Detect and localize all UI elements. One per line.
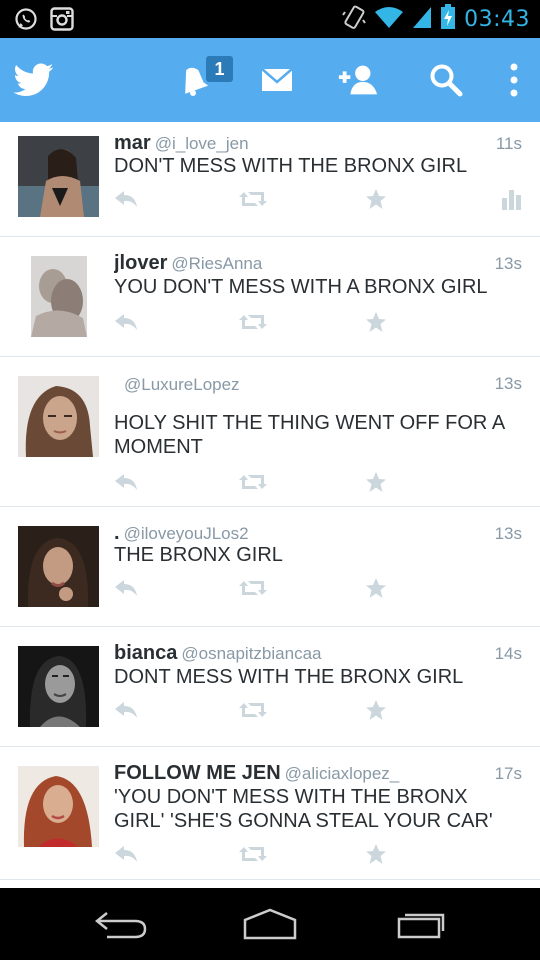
avatar[interactable] bbox=[18, 136, 99, 217]
tweet-author-name[interactable]: . bbox=[114, 522, 120, 544]
tweet-actions bbox=[114, 842, 524, 866]
tweet-text: DON'T MESS WITH THE BRONX GIRL bbox=[114, 155, 468, 177]
tweet-timestamp: 13s bbox=[494, 374, 522, 393]
reply-icon[interactable] bbox=[114, 187, 138, 211]
clock: 03:43 bbox=[464, 7, 530, 32]
tweet-actions bbox=[114, 310, 524, 334]
tweet-text: DONT MESS WITH THE BRONX GIRL bbox=[114, 666, 464, 688]
tweet-author-name[interactable]: mar bbox=[114, 132, 151, 154]
overflow-menu-icon[interactable] bbox=[492, 58, 536, 102]
timeline[interactable]: mar @i_love_jen 11s DON'T MESS WITH THE B… bbox=[0, 122, 540, 888]
tweet-timestamp: 14s bbox=[494, 644, 522, 663]
messages-envelope-icon[interactable] bbox=[255, 58, 299, 102]
tweet-actions bbox=[114, 187, 524, 211]
add-user-icon[interactable] bbox=[336, 58, 380, 102]
whatsapp-icon bbox=[14, 7, 38, 36]
wifi-icon bbox=[374, 5, 404, 34]
home-icon[interactable] bbox=[240, 904, 300, 944]
tweet-author-name[interactable]: jlover bbox=[114, 252, 167, 274]
retweet-icon[interactable] bbox=[239, 842, 267, 866]
retweet-icon[interactable] bbox=[239, 310, 267, 334]
tweet[interactable]: jlover @RiesAnna 13s YOU DON'T MESS WITH … bbox=[0, 237, 540, 357]
favorite-star-icon[interactable] bbox=[365, 698, 387, 722]
reply-icon[interactable] bbox=[114, 698, 138, 722]
search-icon[interactable] bbox=[424, 58, 468, 102]
battery-charging-icon bbox=[440, 4, 456, 35]
retweet-icon[interactable] bbox=[239, 187, 267, 211]
tweet-author-name[interactable]: FOLLOW ME JEN bbox=[114, 762, 281, 784]
avatar[interactable] bbox=[18, 766, 99, 847]
tweet-timestamp: 11s bbox=[495, 134, 522, 153]
favorite-star-icon[interactable] bbox=[365, 576, 387, 600]
reply-icon[interactable] bbox=[114, 310, 138, 334]
tweet-author-handle[interactable]: @osnapitzbiancaa bbox=[181, 644, 321, 663]
tweet-actions bbox=[114, 470, 524, 494]
twitter-bird-icon[interactable] bbox=[12, 58, 56, 102]
favorite-star-icon[interactable] bbox=[365, 842, 387, 866]
tweet-actions bbox=[114, 698, 524, 722]
tweet[interactable]: . @iloveyouJLos2 13s THE BRONX GIRL bbox=[0, 507, 540, 627]
reply-icon[interactable] bbox=[114, 576, 138, 600]
stats-icon[interactable] bbox=[502, 187, 522, 211]
avatar[interactable] bbox=[18, 646, 99, 727]
tweet-author-handle[interactable]: @iloveyouJLos2 bbox=[124, 524, 249, 543]
tweet-author-handle[interactable]: @RiesAnna bbox=[171, 254, 262, 273]
favorite-star-icon[interactable] bbox=[365, 470, 387, 494]
tweet-text: 'YOU DON'T MESS WITH THE BRONX GIRL' 'SH… bbox=[114, 786, 493, 832]
recent-apps-icon[interactable] bbox=[392, 904, 452, 944]
tweet[interactable]: @LuxureLopez 13s HOLY SHIT THE THING WEN… bbox=[0, 357, 540, 507]
status-bar: 03:43 bbox=[0, 0, 540, 38]
avatar[interactable] bbox=[18, 526, 99, 607]
tweet-author-handle[interactable]: @aliciaxlopez_ bbox=[285, 764, 400, 783]
reply-icon[interactable] bbox=[114, 470, 138, 494]
instagram-icon bbox=[50, 7, 74, 36]
navigation-bar bbox=[0, 888, 540, 960]
tweet-author-handle[interactable]: @i_love_jen bbox=[155, 134, 249, 153]
tweet-text: THE BRONX GIRL bbox=[114, 544, 283, 566]
retweet-icon[interactable] bbox=[239, 698, 267, 722]
vibrate-icon bbox=[342, 4, 366, 35]
signal-icon bbox=[412, 5, 432, 34]
avatar[interactable] bbox=[31, 256, 87, 337]
tweet-timestamp: 17s bbox=[494, 764, 522, 783]
tweet-text: YOU DON'T MESS WITH A BRONX GIRL bbox=[114, 276, 488, 298]
action-bar: 1 bbox=[0, 38, 540, 122]
tweet[interactable]: FOLLOW ME JEN @aliciaxlopez_ 17s 'YOU DON… bbox=[0, 747, 540, 880]
tweet-author-name[interactable]: bianca bbox=[114, 642, 177, 664]
tweet[interactable]: bianca @osnapitzbiancaa 14s DONT MESS WIT… bbox=[0, 627, 540, 747]
retweet-icon[interactable] bbox=[239, 470, 267, 494]
tweet-timestamp: 13s bbox=[494, 524, 522, 543]
favorite-star-icon[interactable] bbox=[365, 310, 387, 334]
avatar[interactable] bbox=[18, 376, 99, 457]
reply-icon[interactable] bbox=[114, 842, 138, 866]
notification-badge: 1 bbox=[206, 56, 233, 82]
tweet-timestamp: 13s bbox=[494, 254, 522, 273]
tweet-text: HOLY SHIT THE THING WENT OFF FOR A MOMEN… bbox=[114, 412, 505, 458]
retweet-icon[interactable] bbox=[239, 576, 267, 600]
tweet-actions bbox=[114, 576, 524, 600]
tweet-author-handle[interactable]: @LuxureLopez bbox=[124, 375, 240, 394]
favorite-star-icon[interactable] bbox=[365, 187, 387, 211]
back-icon[interactable] bbox=[90, 904, 150, 944]
tweet[interactable]: mar @i_love_jen 11s DON'T MESS WITH THE B… bbox=[0, 122, 540, 237]
